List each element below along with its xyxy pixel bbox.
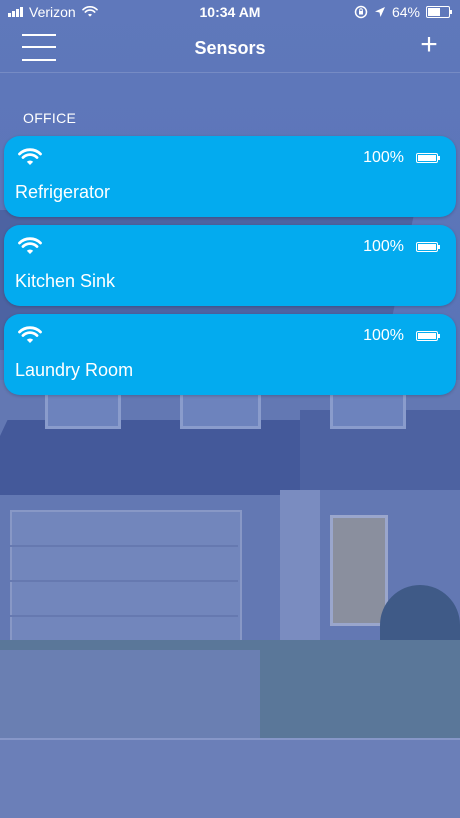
battery-icon bbox=[416, 242, 440, 252]
battery-icon bbox=[416, 153, 440, 163]
sensor-name: Laundry Room bbox=[15, 360, 134, 380]
orientation-lock-icon bbox=[354, 5, 368, 19]
battery-icon bbox=[416, 331, 440, 341]
location-arrow-icon bbox=[374, 7, 385, 17]
sensor-name: Kitchen Sink bbox=[15, 271, 116, 291]
section-title: OFFICE bbox=[23, 110, 77, 126]
battery-icon bbox=[426, 6, 452, 18]
status-bar: Verizon 10:34 AM 64% bbox=[0, 0, 460, 24]
page-title: Sensors bbox=[194, 38, 266, 58]
sensor-card[interactable]: 100% Laundry Room bbox=[4, 314, 456, 395]
battery-percent: 100% bbox=[363, 327, 404, 344]
sensor-name: Refrigerator bbox=[15, 182, 111, 202]
wifi-icon bbox=[18, 326, 42, 343]
plus-icon[interactable]: + bbox=[418, 30, 440, 60]
sensor-card[interactable]: 100% Refrigerator bbox=[4, 136, 456, 217]
wifi-icon bbox=[18, 237, 42, 254]
sensor-card[interactable]: 100% Kitchen Sink bbox=[4, 225, 456, 306]
wifi-icon bbox=[18, 148, 42, 165]
battery-percent: 64% bbox=[391, 4, 420, 20]
nav-bar: Sensors + bbox=[0, 24, 460, 73]
battery-percent: 100% bbox=[363, 238, 404, 255]
battery-percent: 100% bbox=[363, 149, 404, 166]
